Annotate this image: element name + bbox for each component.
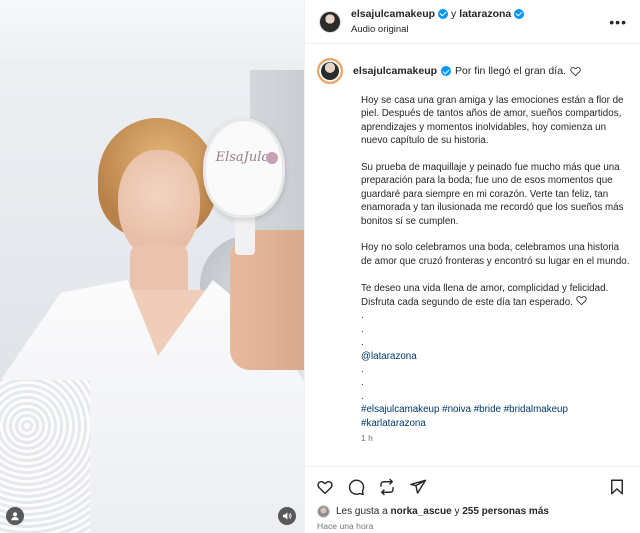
instagram-post-modal: ElsaJulca elsajulcamakeup y latarazona A… <box>0 0 640 533</box>
bookmark-icon <box>611 479 623 494</box>
liker-avatar <box>317 505 330 518</box>
author-avatar[interactable] <box>319 10 341 33</box>
caption-dot: . <box>361 390 364 402</box>
repost-button[interactable] <box>377 477 397 497</box>
header-joiner: y <box>451 7 457 20</box>
more-options-icon[interactable]: ••• <box>609 14 627 30</box>
caption-first-line: elsajulcamakeup Por fin llegó el gran dí… <box>353 65 581 77</box>
caption-paragraph-last: Te deseo una vida llena de amor, complic… <box>361 282 631 310</box>
heart-icon <box>317 480 333 494</box>
caption-body: Hoy se casa una gran amiga y las emocion… <box>361 94 631 445</box>
verified-badge-icon <box>514 8 525 19</box>
hand-mirror-handle <box>235 215 255 255</box>
hand-mirror <box>203 118 285 218</box>
caption-author-avatar[interactable] <box>317 58 343 84</box>
caption-dot: . <box>361 323 364 335</box>
tagged-users-button[interactable] <box>6 507 24 525</box>
speaker-icon <box>283 512 292 520</box>
caption-timestamp: 1 h <box>361 433 373 444</box>
white-heart-emoji-icon <box>575 296 587 306</box>
mention-link[interactable]: @latarazona <box>361 350 631 363</box>
hashtags-link[interactable]: #elsajulcamakeup #noiva #bride #bridalma… <box>361 403 631 430</box>
like-button[interactable] <box>315 477 335 497</box>
caption-dot: . <box>361 377 364 389</box>
share-icon <box>410 479 427 494</box>
likes-prefix: Les gusta a <box>336 506 388 517</box>
header-usernames: elsajulcamakeup y latarazona <box>351 7 525 21</box>
caption-paragraph: Hoy no solo celebramos una boda, celebra… <box>361 242 630 267</box>
author-username-link[interactable]: elsajulcamakeup <box>351 7 435 21</box>
caption-title-text: Por fin llegó el gran día. <box>455 65 566 77</box>
mirror-logo-dot <box>266 152 278 164</box>
caption-paragraph: Hoy se casa una gran amiga y las emocion… <box>361 95 624 147</box>
post-time-ago: Hace una hora <box>317 521 374 531</box>
header-text: elsajulcamakeup y latarazona Audio origi… <box>351 7 525 37</box>
likes-count-link[interactable]: 255 personas más <box>462 506 549 517</box>
caption-paragraph-text: Te deseo una vida llena de amor, complic… <box>361 282 609 309</box>
post-header: elsajulcamakeup y latarazona Audio origi… <box>305 0 640 44</box>
action-bar <box>305 466 640 506</box>
background-ceiling <box>0 0 304 60</box>
comment-icon <box>348 479 365 495</box>
caption-section: elsajulcamakeup Por fin llegó el gran dí… <box>305 52 640 464</box>
share-button[interactable] <box>408 477 428 497</box>
white-heart-emoji-icon <box>570 66 581 76</box>
liker-username-link[interactable]: norka_ascue <box>391 506 452 517</box>
save-button[interactable] <box>607 477 627 497</box>
caption-paragraph: Su prueba de maquillaje y peinado fue mu… <box>361 162 624 227</box>
likes-summary: Les gusta a norka_ascue y 255 personas m… <box>317 505 549 518</box>
post-media-video[interactable]: ElsaJulca <box>0 0 304 533</box>
post-details-panel: elsajulcamakeup y latarazona Audio origi… <box>304 0 640 533</box>
caption-header: elsajulcamakeup Por fin llegó el gran dí… <box>317 58 629 84</box>
verified-badge-icon <box>441 66 452 76</box>
repost-icon <box>380 478 394 495</box>
original-audio-link[interactable]: Audio original <box>351 23 524 37</box>
user-icon <box>11 512 19 521</box>
comment-button[interactable] <box>346 477 366 497</box>
caption-dot: . <box>361 364 364 376</box>
caption-dot: . <box>361 337 364 349</box>
bride-face <box>118 150 200 260</box>
likes-joiner: y <box>454 506 460 517</box>
collaborator-username-link[interactable]: latarazona <box>459 7 511 21</box>
caption-username-link[interactable]: elsajulcamakeup <box>353 65 437 77</box>
audio-toggle-button[interactable] <box>278 507 296 525</box>
caption-dot: . <box>361 310 364 322</box>
verified-badge-icon <box>438 8 449 19</box>
